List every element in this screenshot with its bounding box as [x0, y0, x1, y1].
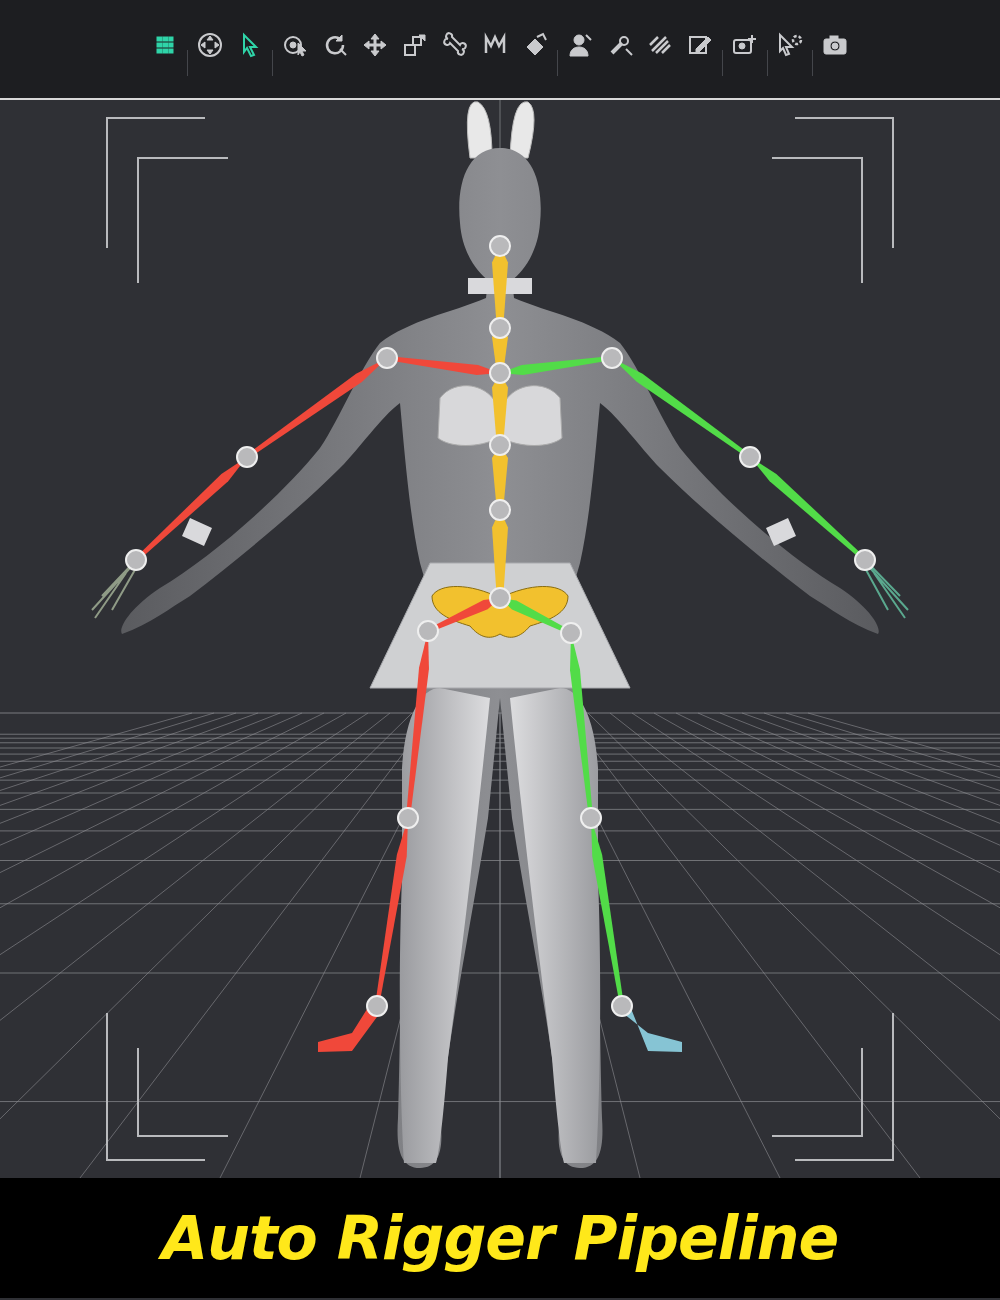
floor-grid — [0, 100, 1000, 1178]
tool-button[interactable] — [562, 28, 598, 62]
toolbar — [0, 0, 1000, 100]
camera-add-icon — [731, 31, 759, 59]
joint-handle[interactable] — [490, 500, 510, 520]
hatch-icon — [646, 31, 674, 59]
joint-handle[interactable] — [377, 348, 397, 368]
rotate-icon — [321, 31, 349, 59]
joint-handle[interactable] — [367, 996, 387, 1016]
joint-handle[interactable] — [237, 447, 257, 467]
bone-chain[interactable] — [432, 246, 568, 637]
joint-handle[interactable] — [490, 236, 510, 256]
camera-icon — [821, 31, 849, 59]
tool-button[interactable] — [232, 28, 268, 62]
tool-button[interactable] — [357, 28, 393, 62]
translate-icon — [361, 31, 389, 59]
caption-bar: Auto Rigger Pipeline — [0, 1178, 1000, 1298]
tool-button[interactable] — [477, 28, 513, 62]
edit-icon — [686, 31, 714, 59]
toolbar-separator — [557, 50, 558, 76]
joint-handle[interactable] — [581, 808, 601, 828]
paint-icon — [521, 31, 549, 59]
toolbar-separator — [767, 50, 768, 76]
mirror-icon — [481, 31, 509, 59]
tool-button[interactable] — [517, 28, 553, 62]
joint-handle[interactable] — [612, 996, 632, 1016]
joint-handle[interactable] — [855, 550, 875, 570]
tool-button[interactable] — [317, 28, 353, 62]
tool-button[interactable] — [772, 28, 808, 62]
view-move-icon — [196, 31, 224, 59]
viewport[interactable] — [0, 100, 1000, 1178]
bone-chain[interactable] — [375, 598, 500, 1006]
settings-pointer-icon — [776, 31, 804, 59]
scale-icon — [401, 31, 429, 59]
joint-handle[interactable] — [126, 550, 146, 570]
joint-handle[interactable] — [398, 808, 418, 828]
joint-handle[interactable] — [490, 363, 510, 383]
tool-button[interactable] — [682, 28, 718, 62]
tool-button[interactable] — [602, 28, 638, 62]
tool-button[interactable] — [817, 28, 853, 62]
bone-chain[interactable] — [500, 598, 624, 1006]
toolbar-separator — [187, 50, 188, 76]
tool-button[interactable] — [642, 28, 678, 62]
bone-chain[interactable] — [500, 356, 866, 561]
tool-button[interactable] — [192, 28, 228, 62]
grid-icon — [151, 31, 179, 59]
joint-handle[interactable] — [490, 588, 510, 608]
scene-canvas[interactable] — [0, 100, 1000, 1178]
app-window: Auto Rigger Pipeline — [0, 0, 1000, 1300]
pointer-icon — [236, 31, 264, 59]
toolbar-separator — [272, 50, 273, 76]
bone-icon — [441, 31, 469, 59]
tool-button[interactable] — [727, 28, 763, 62]
tool-button[interactable] — [397, 28, 433, 62]
hand-bones — [92, 560, 908, 618]
figure-icon — [566, 31, 594, 59]
rotate-select-icon — [281, 31, 309, 59]
frame-brackets — [107, 118, 893, 1160]
skeleton[interactable] — [92, 236, 908, 1052]
tool-button[interactable] — [277, 28, 313, 62]
toolbar-separator — [722, 50, 723, 76]
joint-handle[interactable] — [561, 623, 581, 643]
tool-button[interactable] — [437, 28, 473, 62]
joint-handle[interactable] — [602, 348, 622, 368]
toolbar-separator — [812, 50, 813, 76]
joint-handle[interactable] — [740, 447, 760, 467]
joint-handle[interactable] — [490, 435, 510, 455]
edit-bone-icon — [606, 31, 634, 59]
caption-title: Auto Rigger Pipeline — [152, 1198, 849, 1278]
bone-chain[interactable] — [135, 356, 500, 561]
joint-handle[interactable] — [490, 318, 510, 338]
character-model[interactable] — [121, 102, 878, 1168]
tool-button[interactable] — [147, 28, 183, 62]
joint-handle[interactable] — [418, 621, 438, 641]
